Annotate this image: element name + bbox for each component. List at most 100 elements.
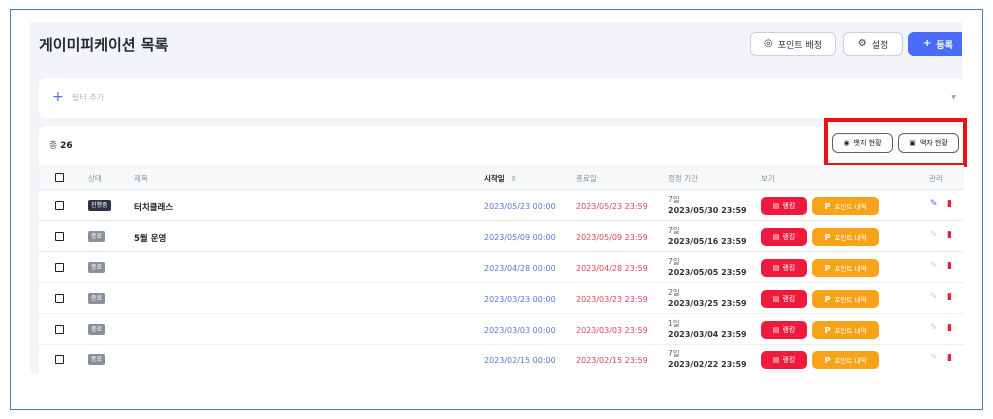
edit-pencil-icon[interactable]: ✎	[930, 323, 938, 333]
point-history-label: 포인트 내역	[834, 203, 867, 211]
add-filter-label[interactable]: 필터 추가	[72, 92, 104, 103]
end-date: 2023/03/23 23:59	[576, 295, 648, 304]
ranking-label: 랭킹	[782, 233, 796, 241]
trash-icon[interactable]: ▮	[947, 323, 952, 333]
end-date: 2023/03/03 23:59	[576, 326, 648, 335]
settings-button[interactable]: ⚙ 설정	[843, 32, 903, 56]
ranking-label: 랭킹	[782, 356, 796, 364]
period-end: 2023/05/05 23:59	[668, 268, 747, 277]
point-assign-button[interactable]: ◎ 포인트 배정	[750, 32, 836, 56]
clipboard-icon: ▤	[772, 295, 780, 303]
row-title[interactable]: 5월 운영	[134, 232, 166, 244]
end-date: 2023/02/15 23:59	[576, 356, 648, 365]
end-date: 2023/05/09 23:59	[576, 233, 648, 242]
ranking-button[interactable]: ▤ 랭킹	[761, 351, 807, 369]
coin-icon: ◎	[764, 38, 773, 49]
chevron-down-icon[interactable]: ▼	[951, 94, 956, 101]
ranking-button[interactable]: ▤ 랭킹	[761, 321, 807, 339]
add-filter-plus-icon[interactable]: +	[52, 88, 64, 106]
edit-pencil-icon[interactable]: ✎	[930, 230, 938, 240]
table-row: 진행중 터치클래스 2023/05/23 00:00 2023/05/23 23…	[39, 191, 964, 221]
row-checkbox[interactable]	[55, 294, 64, 303]
point-history-button[interactable]: P 포인트 내역	[812, 351, 879, 369]
point-history-button[interactable]: P 포인트 내역	[812, 259, 879, 277]
trash-icon[interactable]: ▮	[947, 230, 952, 240]
period-end: 2023/02/22 23:59	[668, 360, 747, 369]
filter-bar[interactable]: + 필터 추가 ▼	[39, 78, 962, 118]
status-badge: 종료	[88, 324, 106, 335]
point-history-label: 포인트 내역	[834, 265, 867, 273]
total-prefix: 총	[49, 141, 58, 151]
edit-pencil-icon[interactable]: ✎	[930, 199, 938, 209]
total-count: 총 26	[49, 138, 73, 151]
point-history-label: 포인트 내역	[834, 234, 867, 242]
trash-icon[interactable]: ▮	[947, 292, 952, 302]
point-p-icon: P	[824, 232, 831, 242]
row-title[interactable]: 터치클래스	[134, 201, 173, 213]
row-checkbox[interactable]	[55, 232, 64, 241]
period-end: 2023/03/25 23:59	[668, 299, 747, 308]
sort-icon[interactable]: ⇕	[510, 174, 516, 183]
period-days: 2일	[668, 288, 680, 297]
point-history-button[interactable]: P 포인트 내역	[812, 228, 879, 246]
row-checkbox[interactable]	[55, 201, 64, 210]
row-checkbox[interactable]	[55, 355, 64, 364]
status-badge: 종료	[88, 293, 106, 304]
point-assign-label: 포인트 배정	[777, 40, 822, 51]
start-date: 2023/05/23 00:00	[484, 202, 556, 211]
badge-status-button[interactable]: ◉ 뱃지 현황	[832, 133, 893, 153]
point-history-button[interactable]: P 포인트 내역	[812, 321, 879, 339]
point-p-icon: P	[824, 355, 831, 365]
start-date: 2023/02/15 00:00	[484, 356, 556, 365]
ranking-button[interactable]: ▤ 랭킹	[761, 197, 807, 215]
point-history-button[interactable]: P 포인트 내역	[812, 197, 879, 215]
gear-icon: ⚙	[857, 38, 867, 49]
edit-pencil-icon[interactable]: ✎	[930, 292, 938, 302]
period-days: 7일	[668, 226, 680, 235]
frame-status-button[interactable]: ▣ 액자 현황	[898, 133, 959, 153]
register-button[interactable]: + 등록	[908, 32, 962, 56]
row-checkbox[interactable]	[55, 263, 64, 272]
period-end: 2023/05/30 23:59	[668, 206, 747, 215]
point-history-label: 포인트 내역	[834, 327, 867, 335]
status-badge: 진행중	[88, 200, 111, 211]
start-date: 2023/03/23 00:00	[484, 295, 556, 304]
status-badge: 종료	[88, 354, 106, 365]
point-history-button[interactable]: P 포인트 내역	[812, 290, 879, 308]
header-start-date[interactable]: 시작일 ⇕	[484, 173, 517, 184]
table-row: 종료 2023/04/28 00:00 2023/04/28 23:59 7일 …	[39, 253, 964, 283]
point-p-icon: P	[824, 263, 831, 273]
plus-icon: +	[923, 38, 932, 49]
trash-icon[interactable]: ▮	[947, 199, 952, 209]
ranking-button[interactable]: ▤ 랭킹	[761, 228, 807, 246]
ranking-button[interactable]: ▤ 랭킹	[761, 259, 807, 277]
status-badge: 종료	[88, 231, 106, 242]
frame-icon: ▣	[909, 139, 916, 147]
start-date: 2023/05/09 00:00	[484, 233, 556, 242]
point-history-label: 포인트 내역	[834, 296, 867, 304]
edit-pencil-icon[interactable]: ✎	[930, 353, 938, 363]
edit-pencil-icon[interactable]: ✎	[930, 261, 938, 271]
ranking-button[interactable]: ▤ 랭킹	[761, 290, 807, 308]
header-settle-period: 정정 기간	[668, 174, 698, 183]
total-number: 26	[60, 141, 73, 151]
period-days: 7일	[668, 349, 680, 358]
table-header: 상태 제목 시작일 ⇕ 종료일 정정 기간 보기 관리	[39, 165, 964, 190]
header-start-date-label: 시작일	[484, 174, 505, 183]
period-days: 7일	[668, 195, 680, 204]
header-end-date: 종료일	[576, 174, 597, 183]
clipboard-icon: ▤	[772, 326, 780, 334]
select-all-checkbox[interactable]	[55, 173, 64, 182]
start-date: 2023/03/03 00:00	[484, 326, 556, 335]
trash-icon[interactable]: ▮	[947, 353, 952, 363]
point-history-label: 포인트 내역	[834, 357, 867, 365]
status-badge: 종료	[88, 262, 106, 273]
table-row: 종료 2023/03/23 00:00 2023/03/23 23:59 2일 …	[39, 284, 964, 314]
trash-icon[interactable]: ▮	[947, 261, 952, 271]
header-view: 보기	[761, 174, 775, 183]
ranking-label: 랭킹	[782, 326, 796, 334]
row-checkbox[interactable]	[55, 325, 64, 334]
frame-status-label: 액자 현황	[919, 139, 948, 147]
clipboard-icon: ▤	[772, 356, 780, 364]
ranking-label: 랭킹	[782, 202, 796, 210]
